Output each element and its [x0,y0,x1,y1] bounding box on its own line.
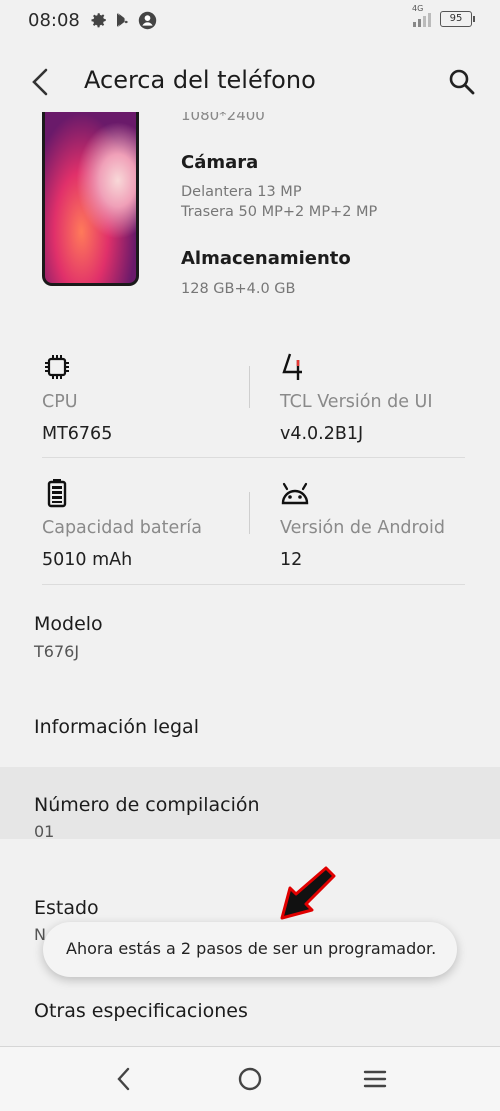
camera-rear: Trasera 50 MP+2 MP+2 MP [181,204,378,220]
nav-home-button[interactable] [232,1063,268,1095]
page-title: Acerca del teléfono [84,66,316,94]
ui-version-cell: TCL Versión de UI v4.0.2B1J [280,352,500,462]
status-bar: 08:08 4G 95 [0,0,500,44]
storage-heading: Almacenamiento [181,248,351,269]
battery-capacity-cell: Capacidad batería 5010 mAh [42,478,262,588]
battery-icon [47,479,67,508]
divider [42,457,465,458]
ui-version-label: TCL Versión de UI [280,392,433,412]
status-title: Estado [34,897,99,919]
cpu-chip-icon [45,355,69,379]
divider [249,492,250,534]
app-bar: Acerca del teléfono [0,52,500,112]
phone-image [42,112,139,286]
signal-icon: 4G [412,4,432,28]
battery-capacity-value: 5010 mAh [42,550,133,570]
battery-capacity-label: Capacidad batería [42,518,203,538]
nav-menu-icon [363,1070,387,1088]
divider [249,366,250,408]
play-store-icon [117,12,129,28]
gear-icon [91,13,106,28]
toast-text: Ahora estás a 2 pasos de ser un programa… [66,939,437,958]
account-icon [138,11,157,30]
model-value: T676J [34,642,80,661]
android-version-cell: Versión de Android 12 [280,478,500,588]
nav-menu-button[interactable] [357,1063,393,1095]
nav-home-icon [238,1067,262,1091]
search-button[interactable] [444,64,480,100]
cpu-label: CPU [42,392,78,412]
battery-icon: 95 [440,11,475,27]
android-icon [281,482,309,505]
build-number-title: Número de compilación [34,794,260,816]
legal-info-item[interactable]: Información legal [34,716,199,738]
search-icon [449,69,475,95]
other-specs-item[interactable]: Otras especificaciones [34,1000,248,1022]
annotation-arrow-icon [280,866,336,920]
status-time: 08:08 [28,10,80,31]
cpu-value: MT6765 [42,424,113,444]
android-version-value: 12 [280,550,303,570]
camera-front: Delantera 13 MP [181,184,302,200]
nav-back-button[interactable] [106,1063,142,1095]
back-arrow-icon [32,68,48,96]
cpu-cell: CPU MT6765 [42,352,262,462]
storage-value: 128 GB+4.0 GB [181,281,296,297]
model-title: Modelo [34,613,103,635]
status-icons [90,11,157,30]
divider [42,584,465,585]
build-number-value: 01 [34,822,55,841]
tcl-ui-icon [282,353,302,380]
toast-message: Ahora estás a 2 pasos de ser un programa… [43,922,457,977]
battery-level: 95 [449,13,463,24]
nav-back-icon [117,1067,130,1091]
android-version-label: Versión de Android [280,518,446,538]
resolution-text-cut: 1080*2400 [181,112,265,122]
back-button[interactable] [24,64,60,100]
camera-heading: Cámara [181,152,259,173]
ui-version-value: v4.0.2B1J [280,424,364,444]
network-type: 4G [412,4,424,13]
status-right: 4G 95 [412,4,475,28]
navigation-bar [0,1046,500,1111]
